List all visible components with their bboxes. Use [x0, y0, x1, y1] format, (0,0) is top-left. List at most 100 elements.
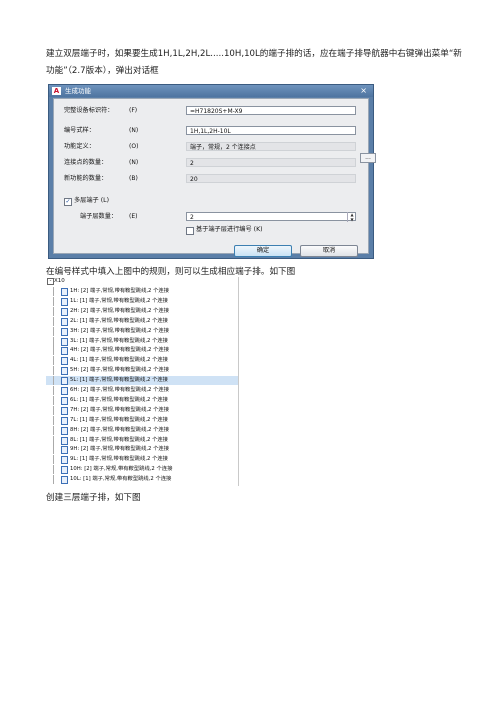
- ok-button[interactable]: 确定: [234, 245, 292, 257]
- layer-count-input[interactable]: 2: [186, 212, 356, 221]
- terminal-icon: [61, 288, 68, 296]
- tree-row[interactable]: 8L: [1] 端子,常规,带有鞍型跳线,2 个连接: [46, 435, 238, 445]
- tree-row[interactable]: 10L: [1] 端子,常规,带有鞍型跳线,2 个连接: [46, 475, 238, 485]
- tree-row-label: 1H: [2] 端子,常规,带有鞍型跳线,2 个连接: [70, 288, 169, 294]
- terminal-icon: [61, 426, 68, 435]
- tree-row[interactable]: 3H: [2] 端子,常规,带有鞍型跳线,2 个连接: [46, 326, 238, 336]
- tree-connector-line: [53, 316, 54, 326]
- layer-count-key: (E): [129, 213, 138, 220]
- tree-root[interactable]: - X10: [46, 277, 238, 286]
- tree-row-label: 9H: [2] 端子,常规,带有鞍型跳线,2 个连接: [70, 446, 169, 453]
- terminal-icon: [61, 377, 68, 386]
- tree-connector-line: [53, 475, 54, 485]
- tree-row[interactable]: 4H: [2] 端子,常规,带有鞍型跳线,2 个连接: [46, 346, 238, 356]
- multi-layer-checkbox[interactable]: ✓: [64, 198, 72, 206]
- field-value[interactable]: 1H,1L,2H-10L: [186, 126, 356, 135]
- tree-row[interactable]: 1H: [2] 端子,常规,带有鞍型跳线,2 个连接: [46, 287, 238, 296]
- cancel-button[interactable]: 取消: [300, 245, 358, 257]
- tree-connector-line: [53, 445, 54, 455]
- tree-connector-line: [53, 465, 54, 475]
- tree-row[interactable]: 8H: [2] 端子,常规,带有鞍型跳线,2 个连接: [46, 425, 238, 435]
- tree-connector-line: [53, 306, 54, 316]
- terminal-icon: [61, 327, 68, 336]
- collapse-toggle-icon[interactable]: -: [47, 278, 54, 285]
- tree-row[interactable]: 10H: [2] 端子,常规,带有鞍型跳线,2 个连接: [46, 465, 238, 475]
- tree-connector-line: [53, 296, 54, 306]
- tree-row-label: 3L: [1] 端子,常规,带有鞍型跳线,2 个连接: [70, 337, 168, 344]
- terminal-icon: [61, 317, 68, 326]
- terminal-icon: [61, 297, 68, 306]
- terminal-icon: [61, 387, 68, 395]
- tree-row[interactable]: 2H: [2] 端子,常规,带有鞍型跳线,2 个连接: [46, 306, 238, 316]
- tree-row-label: 6L: [1] 端子,常规,带有鞍型跳线,2 个连接: [70, 396, 168, 403]
- field-label: 功能定义：: [64, 143, 95, 150]
- terminal-icon: [61, 466, 68, 475]
- tree-row-label: 8L: [1] 端子,常规,带有鞍型跳线,2 个连接: [70, 436, 168, 443]
- tree-connector-line: [53, 455, 54, 465]
- field-key: (N): [129, 159, 139, 166]
- tree-row[interactable]: 4L: [1] 端子,常规,带有鞍型跳线,2 个连接: [46, 356, 238, 366]
- tree-row[interactable]: 6H: [2] 端子,常规,带有鞍型跳线,2 个连接: [46, 386, 238, 395]
- multi-layer-label: 多层端子 (L): [74, 197, 109, 204]
- layer-count-label: 端子层数量：: [80, 213, 118, 220]
- generate-function-dialog: A 生成功能 × 完整设备标识符： (F) =H71820S+M-X9 编号式样： (N…: [48, 84, 376, 259]
- dialog-title: 生成功能: [65, 87, 91, 95]
- tree-row-label: 6H: [2] 端子,常规,带有鞍型跳线,2 个连接: [70, 387, 169, 393]
- terminal-icon: [61, 347, 68, 356]
- after-tree-paragraph: 创建三层端子排，如下图: [46, 493, 141, 503]
- terminal-icon: [61, 446, 68, 455]
- terminal-icon: [61, 307, 68, 316]
- tree-row[interactable]: 1L: [1] 端子,常规,带有鞍型跳线,2 个连接: [46, 296, 238, 306]
- tree-connector-line: [53, 435, 54, 445]
- tree-connector-line: [53, 405, 54, 415]
- tree-row[interactable]: 6L: [1] 端子,常规,带有鞍型跳线,2 个连接: [46, 395, 238, 405]
- renumber-by-layer-label: 基于端子层进行编号 (K): [196, 226, 263, 233]
- function-definition-browse-button[interactable]: ...: [360, 153, 376, 163]
- dialog-titlebar: A 生成功能 ×: [49, 85, 373, 97]
- terminal-icon: [61, 337, 68, 346]
- dialog-body: 完整设备标识符： (F) =H71820S+M-X9 编号式样： (N) 1H,1L,2H…: [53, 98, 376, 257]
- terminal-strip-tree: - X10 1H: [2] 端子,常规,带有鞍型跳线,2 个连接 1L: [1] …: [46, 277, 239, 486]
- tree-connector-line: [53, 326, 54, 336]
- tree-row-label: 1L: [1] 端子,常规,带有鞍型跳线,2 个连接: [70, 297, 168, 304]
- tree-connector-line: [53, 346, 54, 356]
- tree-connector-line: [53, 356, 54, 366]
- layer-count-spinner[interactable]: ▲ ▼: [347, 212, 356, 222]
- terminal-icon: [61, 476, 68, 485]
- tree-row[interactable]: 7H: [2] 端子,常规,带有鞍型跳线,2 个连接: [46, 405, 238, 415]
- tree-row[interactable]: 5L: [1] 端子,常规,带有鞍型跳线,2 个连接: [46, 376, 238, 386]
- tree-row-label: 7L: [1] 端子,常规,带有鞍型跳线,2 个连接: [70, 416, 168, 423]
- intro-paragraph: 建立双层端子时，如果要生成1H,1L,2H,2L.....10H,10L的端子排…: [46, 49, 462, 76]
- field-label: 完整设备标识符：: [64, 107, 114, 114]
- tree-row[interactable]: 2L: [1] 端子,常规,带有鞍型跳线,2 个连接: [46, 316, 238, 326]
- terminal-icon: [61, 406, 68, 415]
- tree-row-label: 4H: [2] 端子,常规,带有鞍型跳线,2 个连接: [70, 347, 169, 354]
- tree-connector-line: [53, 287, 54, 296]
- terminal-icon: [61, 367, 68, 376]
- terminal-icon: [61, 456, 68, 465]
- tree-connector-line: [53, 376, 54, 386]
- tree-row[interactable]: 3L: [1] 端子,常规,带有鞍型跳线,2 个连接: [46, 336, 238, 346]
- field-label: 连接点的数量：: [64, 159, 108, 166]
- field-key: (O): [129, 143, 139, 150]
- tree-row[interactable]: 9H: [2] 端子,常规,带有鞍型跳线,2 个连接: [46, 445, 238, 455]
- field-value: 2: [186, 158, 356, 167]
- field-value[interactable]: =H71820S+M-X9: [186, 106, 356, 115]
- close-icon[interactable]: ×: [360, 86, 367, 96]
- tree-row-label: 7H: [2] 端子,常规,带有鞍型跳线,2 个连接: [70, 406, 169, 413]
- renumber-by-layer-checkbox[interactable]: [186, 227, 194, 235]
- terminal-icon: [61, 396, 68, 405]
- tree-row[interactable]: 9L: [1] 端子,常规,带有鞍型跳线,2 个连接: [46, 455, 238, 465]
- tree-row-label: 2L: [1] 端子,常规,带有鞍型跳线,2 个连接: [70, 317, 168, 324]
- tree-connector-line: [53, 415, 54, 425]
- tree-row-label: 8H: [2] 端子,常规,带有鞍型跳线,2 个连接: [70, 426, 169, 433]
- eplan-logo-icon: A: [52, 87, 61, 95]
- tree-row[interactable]: 5H: [2] 端子,常规,带有鞍型跳线,2 个连接: [46, 366, 238, 376]
- tree-row-label: 2H: [2] 端子,常规,带有鞍型跳线,2 个连接: [70, 307, 169, 314]
- tree-row[interactable]: 7L: [1] 端子,常规,带有鞍型跳线,2 个连接: [46, 415, 238, 425]
- field-key: (B): [129, 175, 138, 182]
- tree-row-label: 10L: [1] 端子,常规,带有鞍型跳线,2 个连接: [70, 476, 172, 483]
- tree-row-label: 5L: [1] 端子,常规,带有鞍型跳线,2 个连接: [70, 377, 168, 384]
- tree-row-label: 5H: [2] 端子,常规,带有鞍型跳线,2 个连接: [70, 367, 169, 374]
- field-label: 编号式样：: [64, 127, 95, 134]
